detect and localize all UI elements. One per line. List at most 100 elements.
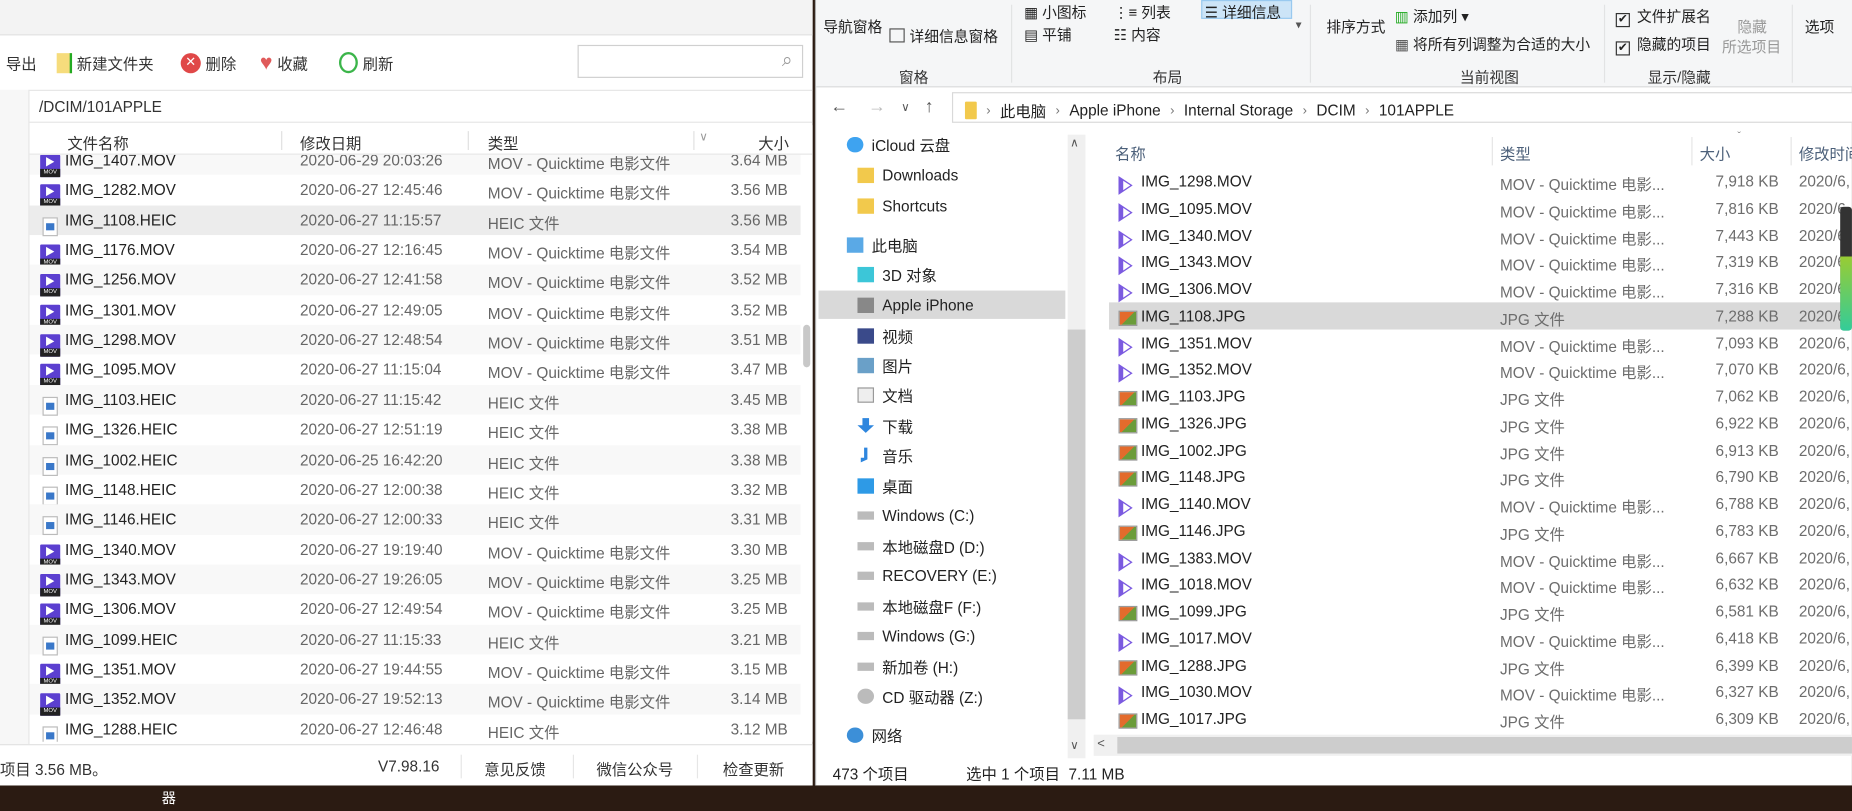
horizontal-scrollbar[interactable]: < [1093, 734, 1852, 756]
table-row[interactable]: IMG_1146.HEIC 2020-06-27 12:00:33 HEIC 文件 3… [29, 504, 801, 536]
nav-scrollbar[interactable]: ∧ ∨ [1067, 134, 1086, 759]
scrollbar-thumb[interactable] [803, 324, 811, 368]
table-row[interactable]: IMG_1306.MOV MOV - Quicktime 电影... 7,316 K… [1109, 275, 1852, 303]
vertical-scrollbar[interactable] [800, 154, 813, 742]
nav-item[interactable]: 文档 [819, 380, 1066, 408]
column-size[interactable]: 大小 [1700, 142, 1731, 164]
table-row[interactable]: IMG_1030.MOV MOV - Quicktime 电影... 6,327 K… [1109, 678, 1852, 706]
chevron-right-icon[interactable]: › [1170, 103, 1174, 117]
nav-item[interactable]: Windows (G:) [819, 621, 1066, 649]
search-input[interactable]: ⌕ [577, 44, 804, 78]
table-row[interactable]: IMG_1383.MOV MOV - Quicktime 电影... 6,667 K… [1109, 544, 1852, 572]
table-row[interactable]: IMG_1108.HEIC 2020-06-27 11:15:57 HEIC 文件 3… [29, 205, 801, 236]
table-row[interactable]: IMG_1099.HEIC 2020-06-27 11:15:33 HEIC 文件 3… [29, 624, 801, 656]
table-row[interactable]: IMG_1351.MOV MOV - Quicktime 电影... 7,093 K… [1109, 329, 1852, 357]
table-row[interactable]: IMG_1306.MOV 2020-06-27 12:49:54 MOV - Qui… [30, 594, 801, 627]
column-size[interactable]: 大小 [758, 131, 789, 153]
table-row[interactable]: IMG_1352.MOV MOV - Quicktime 电影... 7,070 K… [1109, 356, 1852, 383]
small-icons-button[interactable]: ▦ 小图标 [1024, 0, 1086, 22]
table-row[interactable]: IMG_1017.MOV MOV - Quicktime 电影... 6,418 K… [1109, 625, 1852, 652]
column-divider[interactable] [1790, 137, 1792, 166]
breadcrumb-item[interactable]: Internal Storage [1184, 102, 1293, 120]
nav-item[interactable]: Downloads [819, 161, 1066, 189]
table-row[interactable]: IMG_1095.MOV 2020-06-27 11:15:04 MOV - Qui… [30, 355, 801, 387]
details-button[interactable]: ☰ 详细信息 [1205, 0, 1281, 22]
scrollbar-thumb[interactable] [1067, 329, 1086, 720]
scroll-left-icon[interactable]: < [1097, 737, 1105, 751]
delete-button[interactable]: ✕ 删除 [180, 47, 236, 78]
breadcrumb-item[interactable]: 101APPLE [1379, 102, 1454, 120]
table-row[interactable]: IMG_1095.MOV MOV - Quicktime 电影... 7,816 K… [1109, 195, 1852, 222]
chevron-right-icon[interactable]: › [1056, 103, 1060, 117]
nav-item[interactable]: 本地磁盘F (F:) [819, 592, 1066, 620]
table-row[interactable]: IMG_1103.JPG JPG 文件 7,062 KB 2020/6, [1109, 383, 1852, 410]
table-row[interactable]: IMG_1176.MOV 2020-06-27 12:16:45 MOV - Qui… [30, 235, 801, 267]
column-type[interactable]: 类型 [488, 131, 519, 153]
table-row[interactable]: IMG_1352.MOV 2020-06-27 19:52:13 MOV - Qui… [29, 684, 801, 717]
table-row[interactable]: IMG_1256.MOV 2020-06-27 12:41:58 MOV - Qui… [29, 265, 801, 297]
table-row[interactable]: IMG_1103.HEIC 2020-06-27 11:15:42 HEIC 文件 3… [29, 384, 801, 416]
address-bar[interactable]: › 此电脑 › Apple iPhone › Internal Storage › DCIM ›… [951, 92, 1852, 123]
nav-item[interactable]: 音乐 [819, 441, 1066, 469]
table-row[interactable]: IMG_1351.MOV 2020-06-27 19:44:55 MOV - Qui… [30, 654, 801, 687]
column-divider[interactable] [1691, 137, 1693, 166]
nav-item[interactable]: 3D 对象 [819, 260, 1066, 288]
column-name[interactable]: 文件名称 [67, 131, 128, 153]
list-button[interactable]: ⋮≡ 列表 [1114, 0, 1171, 22]
nav-item[interactable]: CD 驱动器 (Z:) [819, 681, 1066, 709]
floating-meter-widget[interactable] [1840, 206, 1852, 331]
feedback-link[interactable]: 意见反馈 [484, 757, 545, 779]
fit-columns-button[interactable]: ▦ 将所有列调整为合适的大小 [1395, 32, 1590, 54]
export-button[interactable]: 导出 [6, 47, 37, 78]
chevron-right-icon[interactable]: › [1303, 103, 1307, 117]
chevron-right-icon[interactable]: › [986, 103, 990, 117]
refresh-button[interactable]: 刷新 [338, 47, 393, 78]
wechat-link[interactable]: 微信公众号 [596, 757, 673, 779]
table-row[interactable]: IMG_1148.JPG JPG 文件 6,790 KB 2020/6, [1109, 463, 1852, 490]
hidden-items-checkbox[interactable]: ✔ 隐藏的项目 [1615, 32, 1711, 56]
nav-item[interactable]: Shortcuts [819, 191, 1066, 219]
content-button[interactable]: ☷ 内容 [1114, 22, 1161, 44]
nav-item[interactable]: 本地磁盘D (D:) [819, 531, 1066, 559]
nav-item[interactable]: iCloud 云盘 [819, 130, 1066, 158]
up-arrow-icon[interactable]: ↑ [925, 97, 934, 117]
nav-item[interactable]: 桌面 [819, 471, 1066, 499]
back-arrow-icon[interactable]: ← [830, 97, 848, 117]
table-row[interactable]: IMG_1002.HEIC 2020-06-25 16:42:20 HEIC 文件 3… [29, 444, 801, 476]
column-modified[interactable]: 修改时间 [1799, 142, 1852, 164]
breadcrumb-item[interactable]: DCIM [1316, 102, 1355, 120]
scrollbar-thumb[interactable] [1117, 737, 1852, 754]
table-row[interactable]: IMG_1301.MOV 2020-06-27 12:49:05 MOV - Qui… [30, 295, 801, 327]
table-row[interactable]: IMG_1343.MOV MOV - Quicktime 电影... 7,319 K… [1109, 248, 1852, 276]
breadcrumb-item[interactable]: 此电脑 [1000, 99, 1046, 121]
nav-item[interactable]: 此电脑 [819, 230, 1066, 258]
details-pane-button[interactable]: 详细信息窗格 [889, 24, 998, 46]
nav-item[interactable]: 视频 [819, 321, 1066, 349]
nav-item[interactable]: RECOVERY (E:) [819, 561, 1066, 589]
forward-arrow-icon[interactable]: → [868, 97, 886, 117]
check-update-link[interactable]: 检查更新 [723, 757, 784, 779]
table-row[interactable]: IMG_1017.JPG JPG 文件 6,309 KB 2020/6, [1109, 705, 1852, 732]
nav-pane-button[interactable]: 导航窗格 [823, 14, 882, 36]
table-row[interactable]: IMG_1018.MOV MOV - Quicktime 电影... 6,632 K… [1109, 571, 1852, 598]
table-row[interactable]: IMG_1407.MOV 2020-06-29 20:03:26 MOV - Qui… [29, 154, 801, 178]
scroll-down-icon[interactable]: ∨ [1070, 739, 1079, 752]
table-row[interactable]: IMG_1298.MOV 2020-06-27 12:48:54 MOV - Qui… [29, 324, 801, 357]
new-folder-button[interactable]: 新建文件夹 [56, 47, 154, 78]
sort-by-button[interactable]: 排序方式 [1326, 14, 1385, 36]
add-column-button[interactable]: ▥ 添加列 ▾ [1395, 4, 1469, 26]
column-date[interactable]: 修改日期 [300, 131, 361, 153]
chevron-right-icon[interactable]: › [1365, 103, 1369, 117]
table-row[interactable]: IMG_1298.MOV MOV - Quicktime 电影... 7,918 K… [1109, 168, 1852, 195]
hide-button[interactable]: 隐藏 [1737, 14, 1767, 36]
chevron-down-icon[interactable]: ∨ [699, 131, 708, 144]
table-row[interactable]: IMG_1288.JPG JPG 文件 6,399 KB 2020/6, [1109, 651, 1852, 678]
table-row[interactable]: IMG_1148.HEIC 2020-06-27 12:00:38 HEIC 文件 3… [30, 475, 801, 506]
search-icon[interactable]: ⌕ [782, 51, 793, 72]
layout-more-icon[interactable]: ▾ [1296, 19, 1302, 32]
nav-item[interactable]: 图片 [819, 351, 1066, 379]
nav-item[interactable]: 下载 [819, 411, 1066, 439]
column-name[interactable]: 名称 [1115, 142, 1146, 164]
column-divider[interactable] [1491, 137, 1493, 166]
breadcrumb-item[interactable]: Apple iPhone [1069, 102, 1160, 120]
